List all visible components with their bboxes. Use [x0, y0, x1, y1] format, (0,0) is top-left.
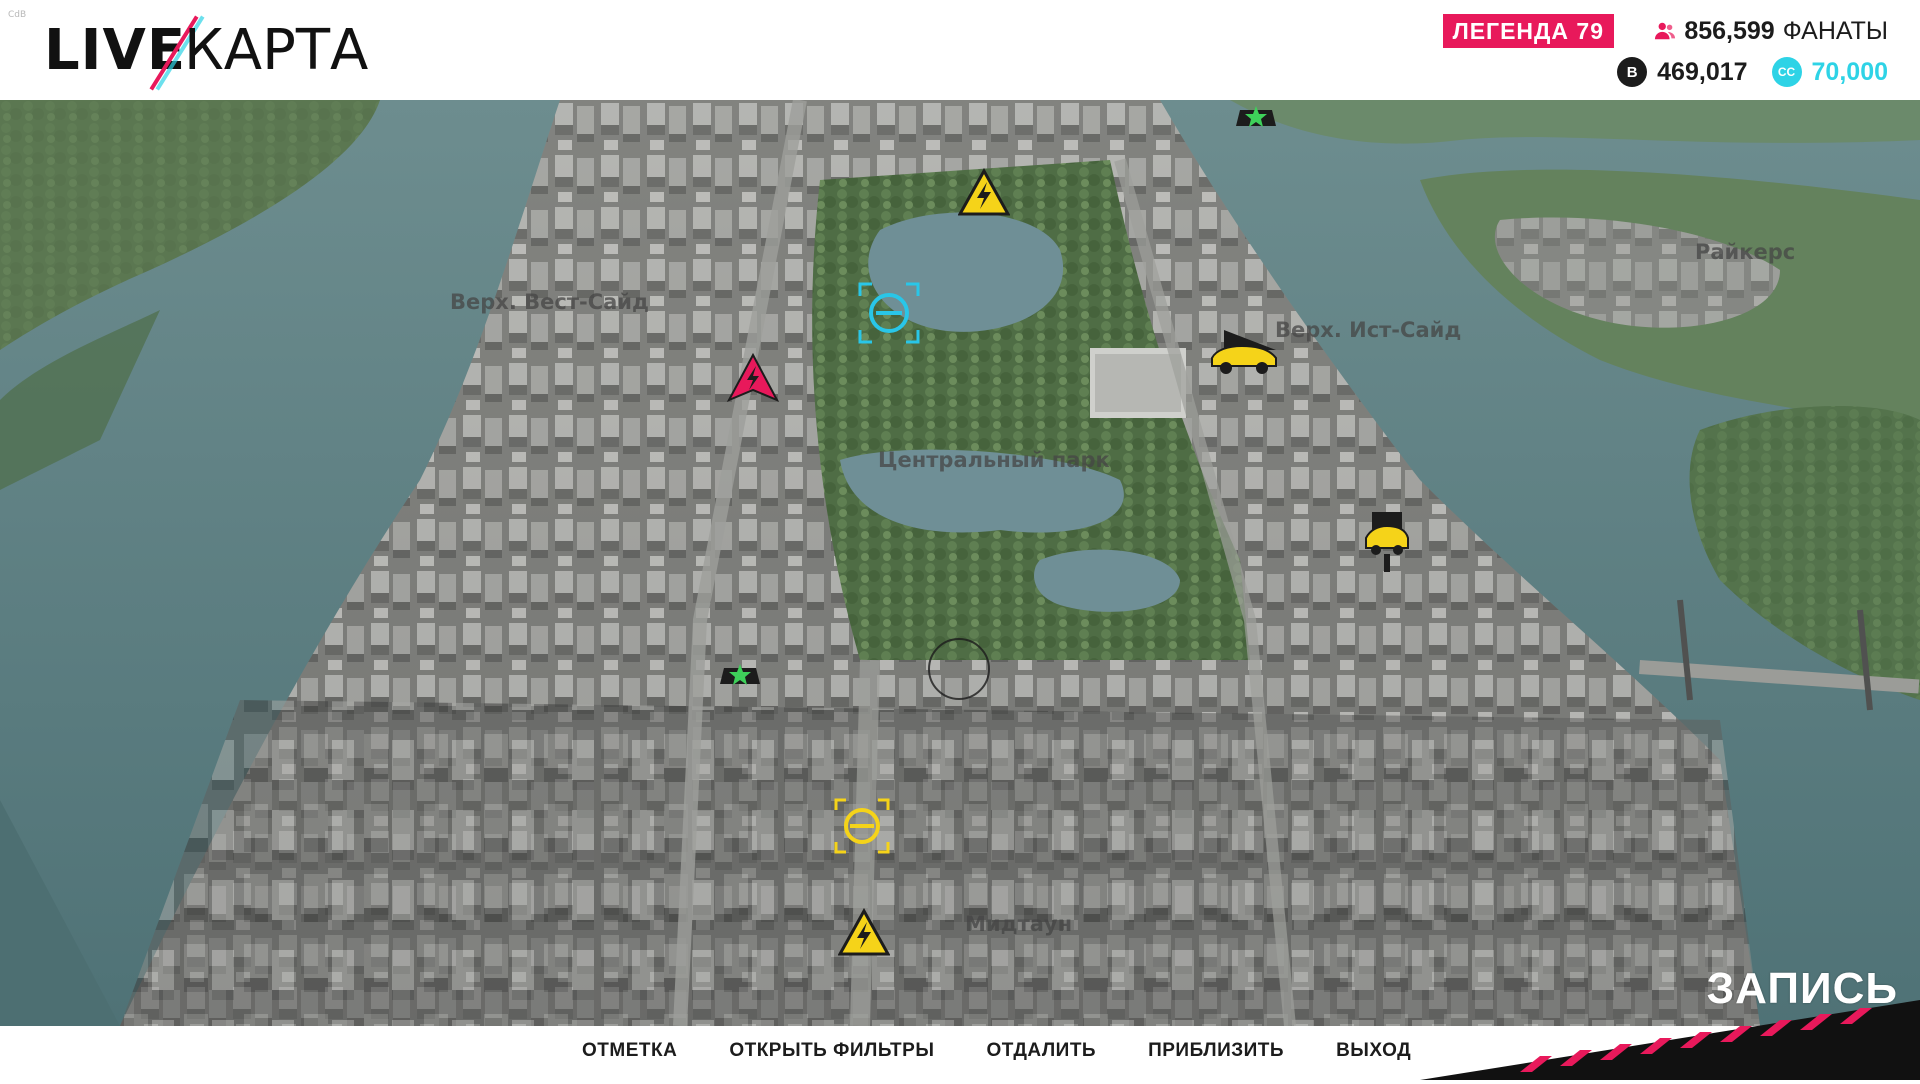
district-label-midtown: Мидтаун — [965, 912, 1072, 936]
map-actions: ОТМЕТКА ОТКРЫТЬ ФИЛЬТРЫ ОТДАЛИТЬ ПРИБЛИЗ… — [582, 1026, 1411, 1076]
record-indicator: ЗАПИСЬ — [1400, 960, 1920, 1080]
corner-tag: CdB — [8, 10, 26, 20]
car-icon[interactable] — [1362, 510, 1412, 574]
cursor-ring-icon — [926, 636, 992, 702]
livekarta-logo: LIVE КАРТА — [44, 16, 384, 86]
logo-karta-text: КАРТА — [184, 16, 368, 86]
district-label-central-park: Центральный парк — [878, 448, 1110, 472]
star-icon[interactable] — [718, 658, 762, 694]
zoom-in-button[interactable]: ПРИБЛИЗИТЬ — [1148, 1040, 1284, 1062]
target-icon[interactable] — [856, 280, 922, 346]
warning-bolt-icon[interactable] — [838, 908, 890, 958]
zoom-out-button[interactable]: ОТДАЛИТЬ — [986, 1040, 1096, 1062]
fans-count: 856,599 — [1684, 17, 1774, 46]
currency-row: B 469,017 CC 70,000 — [1617, 54, 1888, 90]
district-label-rikers: Райкерс — [1695, 240, 1795, 264]
fans-counter: 856,599 ФАНАТЫ — [1654, 14, 1888, 48]
legend-level-badge: ЛЕГЕНДА 79 — [1443, 14, 1614, 48]
warning-bolt-icon[interactable] — [958, 168, 1010, 218]
live-map[interactable]: Верх. Вест-Сайд Верх. Ист-Сайд Центральн… — [0, 100, 1920, 1026]
mark-button[interactable]: ОТМЕТКА — [582, 1040, 677, 1062]
record-label: ЗАПИСЬ — [1707, 964, 1898, 1014]
bucks-value: 469,017 — [1657, 58, 1747, 87]
bucks-icon: B — [1617, 57, 1647, 87]
crew-credits-icon: CC — [1772, 57, 1802, 87]
car-icon[interactable] — [1206, 328, 1282, 380]
crew-credits-value: 70,000 — [1812, 58, 1888, 87]
race-bolt-icon[interactable] — [726, 352, 780, 404]
district-label-upper-east-side: Верх. Ист-Сайд — [1275, 318, 1461, 342]
district-label-upper-west-side: Верх. Вест-Сайд — [450, 290, 649, 314]
fans-label: ФАНАТЫ — [1783, 17, 1888, 46]
open-filters-button[interactable]: ОТКРЫТЬ ФИЛЬТРЫ — [729, 1040, 934, 1062]
map-terrain — [0, 100, 1920, 1026]
top-bar: CdB LIVE КАРТА ЛЕГЕНДА 79 856,599 ФАНАТЫ… — [0, 0, 1920, 100]
player-stats: ЛЕГЕНДА 79 856,599 ФАНАТЫ B 469,017 CC 7… — [1368, 12, 1888, 92]
star-icon[interactable] — [1234, 100, 1278, 136]
target-icon[interactable] — [832, 796, 892, 856]
fans-icon — [1654, 20, 1676, 42]
